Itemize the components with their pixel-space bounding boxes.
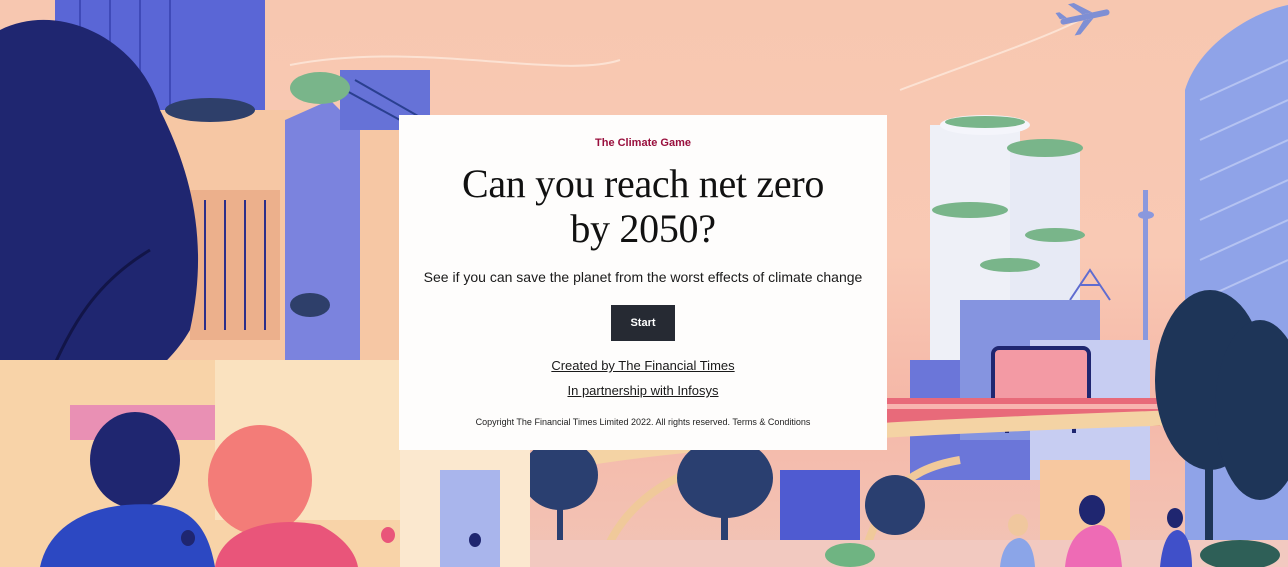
airplane-icon xyxy=(1055,3,1110,36)
terms-link[interactable]: Terms & Conditions xyxy=(732,417,810,427)
headline-line-2: by 2050? xyxy=(570,206,716,251)
intro-card: The Climate Game Can you reach net zero … xyxy=(399,115,887,450)
climate-game-landing: The Climate Game Can you reach net zero … xyxy=(0,0,1288,567)
copyright-footer: Copyright The Financial Times Limited 20… xyxy=(399,417,887,427)
start-button[interactable]: Start xyxy=(611,305,675,341)
partnership-link[interactable]: In partnership with Infosys xyxy=(567,383,718,398)
copyright-text: Copyright The Financial Times Limited 20… xyxy=(475,417,731,427)
created-by-row: Created by The Financial Times xyxy=(399,358,887,373)
page-title: Can you reach net zero by 2050? xyxy=(419,161,867,251)
partnership-row: In partnership with Infosys xyxy=(399,383,887,398)
game-eyebrow-label: The Climate Game xyxy=(595,137,691,149)
subtitle-text: See if you can save the planet from the … xyxy=(423,269,863,285)
created-by-link[interactable]: Created by The Financial Times xyxy=(551,358,734,373)
headline-line-1: Can you reach net zero xyxy=(461,161,825,206)
